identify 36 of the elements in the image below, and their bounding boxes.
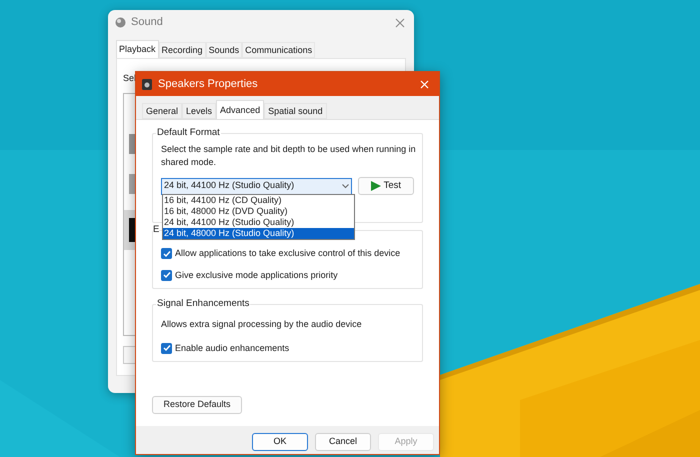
speaker-icon — [142, 78, 152, 90]
tab[interactable]: Levels — [182, 103, 216, 119]
device-icon — [129, 218, 135, 242]
dropdown-option[interactable]: 16 bit, 44100 Hz (CD Quality) — [163, 195, 354, 206]
dialog-button[interactable]: Cancel — [315, 433, 371, 451]
tab[interactable]: Spatial sound — [264, 103, 327, 119]
tab[interactable]: Sounds — [206, 42, 242, 58]
device-icon — [129, 134, 135, 154]
chevron-down-icon — [342, 184, 349, 188]
dialog-button[interactable]: OK — [252, 433, 308, 451]
window-title: Sound — [131, 15, 163, 30]
tab[interactable]: Advanced — [216, 100, 264, 119]
close-icon[interactable] — [395, 18, 405, 28]
description-text: Select the sample rate and bit depth to be used when running in shared mode. — [161, 143, 417, 169]
checkbox-label: Enable audio enhancements — [175, 342, 290, 354]
checkbox[interactable] — [161, 248, 172, 260]
window-title: Speakers Properties — [158, 76, 258, 92]
dropdown-option[interactable]: 24 bit, 48000 Hz (Studio Quality) — [163, 228, 354, 239]
checkbox-label: Allow applications to take exclusive control of this device — [175, 247, 400, 260]
checkbox[interactable] — [161, 270, 172, 281]
play-icon — [370, 181, 381, 191]
device-icon — [129, 174, 135, 194]
dropdown-option[interactable]: 24 bit, 44100 Hz (Studio Quality) — [163, 217, 354, 228]
speaker-icon — [115, 17, 126, 28]
tab[interactable]: Communications — [242, 42, 316, 58]
group-label: Signal Enhancements — [156, 298, 250, 310]
tab[interactable]: Playback — [116, 40, 159, 58]
format-dropdown[interactable]: 24 bit, 44100 Hz (Studio Quality) — [161, 178, 352, 194]
description-text: Allows extra signal processing by the audio device — [161, 318, 363, 331]
checkbox[interactable] — [161, 342, 172, 354]
restore-defaults-button[interactable]: Restore Defaults — [152, 396, 242, 414]
checkbox-label: Give exclusive mode applications priority — [175, 268, 338, 282]
tab[interactable]: General — [142, 103, 182, 119]
test-button[interactable]: Test — [358, 177, 414, 195]
tab[interactable]: Recording — [158, 42, 206, 58]
dropdown-option[interactable]: 16 bit, 48000 Hz (DVD Quality) — [163, 206, 354, 217]
